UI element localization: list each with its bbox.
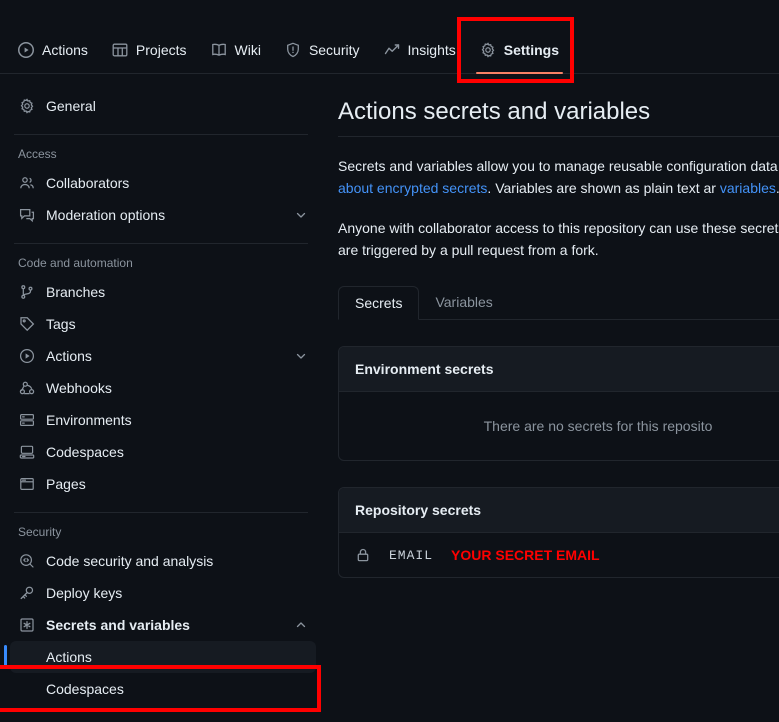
repository-secrets-header: Repository secrets bbox=[339, 488, 779, 533]
tab-variables[interactable]: Variables bbox=[419, 286, 508, 320]
main-content: Actions secrets and variables Secrets an… bbox=[330, 74, 779, 722]
asterisk-icon bbox=[18, 617, 36, 633]
sidebar-item-general[interactable]: General bbox=[10, 90, 316, 122]
sidebar-item-secrets-and-variables[interactable]: Secrets and variables bbox=[10, 609, 316, 641]
people-icon bbox=[18, 175, 36, 191]
sidebar-divider bbox=[14, 512, 308, 513]
description-text-2: . Variables are shown as plain text ar bbox=[487, 180, 716, 196]
sidebar-item-collaborators[interactable]: Collaborators bbox=[10, 167, 316, 199]
comment-icon bbox=[18, 207, 36, 223]
codescan-icon bbox=[18, 553, 36, 569]
secrets-description-paragraph: Secrets and variables allow you to manag… bbox=[338, 155, 779, 199]
sidebar-item-label: Branches bbox=[46, 284, 106, 300]
settings-sidebar: General Access Collaborators Moderation … bbox=[0, 74, 330, 722]
secret-name: EMAIL bbox=[389, 547, 434, 563]
nav-tab-security[interactable]: Security bbox=[273, 27, 372, 73]
sidebar-divider bbox=[14, 134, 308, 135]
sidebar-item-branches[interactable]: Branches bbox=[10, 276, 316, 308]
sidebar-item-environments[interactable]: Environments bbox=[10, 404, 316, 436]
sidebar-item-codespaces[interactable]: Codespaces bbox=[10, 436, 316, 468]
sidebar-divider bbox=[14, 243, 308, 244]
tab-label: Variables bbox=[435, 294, 493, 310]
tag-icon bbox=[18, 316, 36, 332]
sidebar-item-label: Webhooks bbox=[46, 380, 112, 396]
nav-tab-label: Actions bbox=[42, 42, 88, 58]
sidebar-item-label: Codespaces bbox=[46, 444, 124, 460]
gear-icon bbox=[18, 98, 36, 114]
sidebar-section-security: Security bbox=[18, 525, 62, 539]
sidebar-subitem-codespaces[interactable]: Codespaces bbox=[10, 673, 316, 705]
git-branch-icon bbox=[18, 284, 36, 300]
description-text-1: Secrets and variables allow you to manag… bbox=[338, 158, 779, 174]
repository-secrets-card: Repository secrets EMAIL YOUR SECRET EMA… bbox=[338, 487, 779, 578]
browser-icon bbox=[18, 476, 36, 492]
nav-tab-wiki[interactable]: Wiki bbox=[199, 27, 273, 73]
variables-link[interactable]: variables bbox=[720, 180, 776, 196]
sidebar-item-label: Moderation options bbox=[46, 207, 166, 223]
secrets-variables-tablist: Secrets Variables bbox=[338, 285, 779, 320]
lock-icon bbox=[355, 547, 371, 563]
environment-secrets-header: Environment secrets bbox=[339, 347, 779, 392]
nav-tab-label: Projects bbox=[135, 42, 187, 58]
sidebar-item-label: Code security and analysis bbox=[46, 553, 214, 569]
sidebar-item-tags[interactable]: Tags bbox=[10, 308, 316, 340]
sidebar-subitem-label: Actions bbox=[46, 649, 92, 665]
sidebar-item-label: Environments bbox=[46, 412, 132, 428]
nav-tab-label: Settings bbox=[503, 42, 559, 58]
graph-icon bbox=[384, 42, 400, 58]
sidebar-item-webhooks[interactable]: Webhooks bbox=[10, 372, 316, 404]
shield-icon bbox=[285, 42, 301, 58]
environment-secrets-card: Environment secrets There are no secrets… bbox=[338, 346, 779, 461]
sidebar-item-label: Tags bbox=[46, 316, 76, 332]
sidebar-item-moderation-options[interactable]: Moderation options bbox=[10, 199, 316, 231]
sidebar-item-actions[interactable]: Actions bbox=[10, 340, 316, 372]
sidebar-item-label: Actions bbox=[46, 348, 92, 364]
sidebar-item-label: Pages bbox=[46, 476, 86, 492]
play-circle-icon bbox=[18, 42, 34, 58]
sidebar-item-label: Secrets and variables bbox=[46, 617, 190, 633]
sidebar-section-code-and-automation: Code and automation bbox=[18, 256, 133, 270]
sidebar-item-label: Collaborators bbox=[46, 175, 130, 191]
nav-tab-label: Wiki bbox=[234, 42, 261, 58]
sidebar-item-code-security-and-analysis[interactable]: Code security and analysis bbox=[10, 545, 316, 577]
chevron-down-icon[interactable] bbox=[294, 208, 308, 222]
nav-tab-actions[interactable]: Actions bbox=[6, 27, 100, 73]
play-circle-icon bbox=[18, 348, 36, 364]
sidebar-item-label: General bbox=[46, 98, 96, 114]
book-icon bbox=[211, 42, 227, 58]
title-divider bbox=[338, 136, 779, 137]
chevron-up-icon[interactable] bbox=[294, 618, 308, 632]
nav-tab-settings[interactable]: Settings bbox=[468, 27, 571, 74]
repo-nav-tabbar: Actions Projects Wiki Security Insights … bbox=[0, 0, 779, 74]
sidebar-item-deploy-keys[interactable]: Deploy keys bbox=[10, 577, 316, 609]
key-icon bbox=[18, 585, 36, 601]
nav-tab-projects[interactable]: Projects bbox=[100, 27, 199, 73]
sidebar-subitem-label: Codespaces bbox=[46, 681, 124, 697]
chevron-down-icon[interactable] bbox=[294, 349, 308, 363]
nav-tab-insights[interactable]: Insights bbox=[372, 27, 468, 73]
gear-icon bbox=[480, 42, 496, 58]
server-icon bbox=[18, 412, 36, 428]
sidebar-section-access: Access bbox=[18, 147, 57, 161]
nav-tab-label: Insights bbox=[407, 42, 456, 58]
codespaces-icon bbox=[18, 444, 36, 460]
environment-secrets-empty-message: There are no secrets for this reposito bbox=[483, 418, 713, 434]
table-icon bbox=[112, 42, 128, 58]
collaborator-access-paragraph: Anyone with collaborator access to this … bbox=[338, 220, 779, 258]
nav-tab-label: Security bbox=[308, 42, 360, 58]
secret-row[interactable]: EMAIL YOUR SECRET EMAIL bbox=[339, 533, 779, 577]
tab-secrets[interactable]: Secrets bbox=[338, 286, 420, 320]
sidebar-item-pages[interactable]: Pages bbox=[10, 468, 316, 500]
sidebar-subitem-actions[interactable]: Actions bbox=[4, 641, 316, 673]
secret-value: YOUR SECRET EMAIL bbox=[451, 547, 600, 563]
tab-label: Secrets bbox=[355, 295, 403, 311]
webhook-icon bbox=[18, 380, 36, 396]
page-title: Actions secrets and variables bbox=[338, 98, 651, 125]
sidebar-item-label: Deploy keys bbox=[46, 585, 123, 601]
